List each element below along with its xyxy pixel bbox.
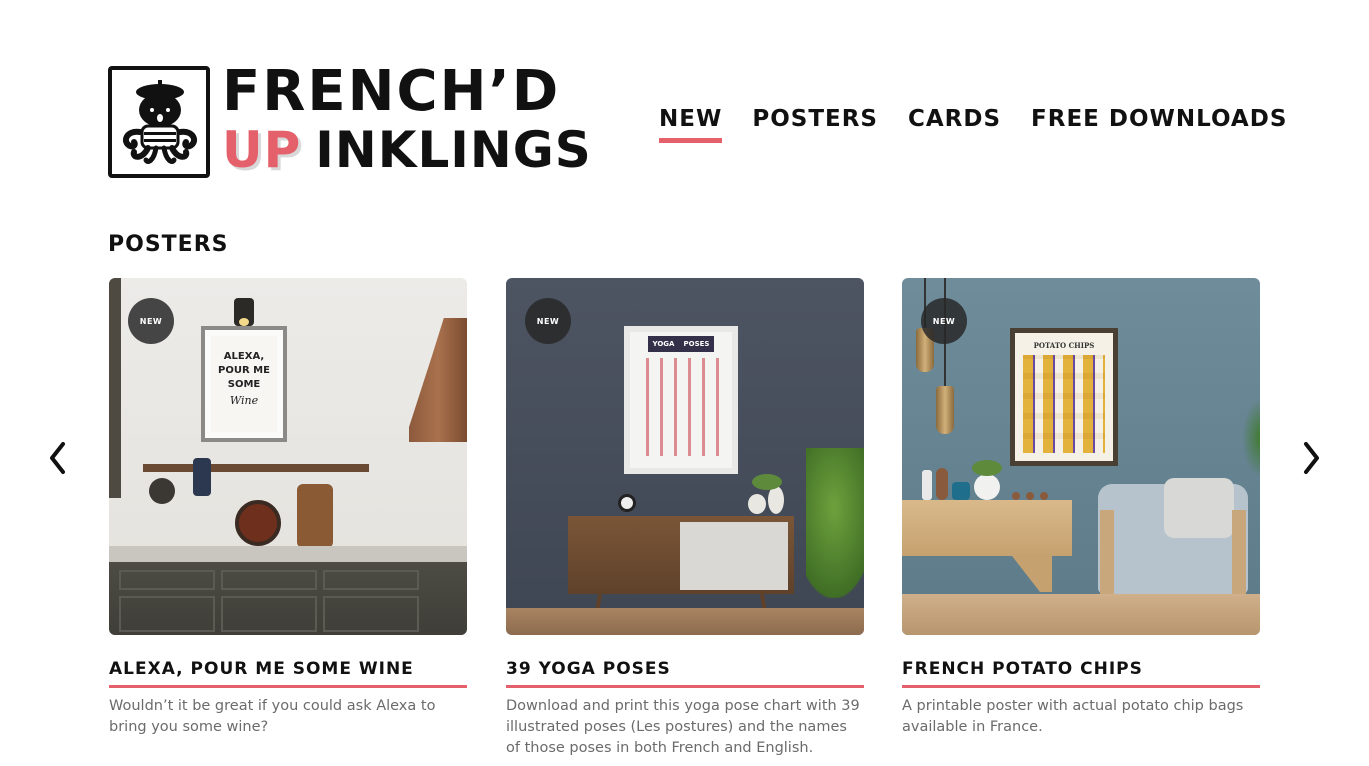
brand-name-line1: FRENCH’D bbox=[222, 59, 561, 124]
nav-item-cards[interactable]: CARDS bbox=[908, 106, 1001, 140]
product-card[interactable]: ALEXA, POUR ME SOME Wine NEW ALEXA, POUR… bbox=[109, 278, 467, 738]
poster-frame: ALEXA, POUR ME SOME Wine bbox=[201, 326, 287, 442]
poster-frame: YOGA POSES bbox=[624, 326, 738, 474]
poster-text: YOGA bbox=[652, 340, 675, 348]
poster-text: POSES bbox=[683, 340, 710, 348]
nav-item-new[interactable]: NEW bbox=[659, 106, 723, 143]
product-description: A printable poster with actual potato ch… bbox=[902, 698, 1244, 735]
new-badge: NEW bbox=[921, 298, 967, 344]
main-nav: NEW POSTERS CARDS FREE DOWNLOADS bbox=[659, 106, 1287, 143]
product-title[interactable]: FRENCH POTATO CHIPS bbox=[902, 659, 1260, 688]
nav-item-posters[interactable]: POSTERS bbox=[752, 106, 878, 140]
poster-text: Wine bbox=[229, 394, 259, 407]
product-title[interactable]: ALEXA, POUR ME SOME WINE bbox=[109, 659, 467, 688]
product-description: Wouldn’t it be great if you could ask Al… bbox=[109, 698, 436, 735]
new-badge: NEW bbox=[128, 298, 174, 344]
product-image-lounge[interactable]: POTATO CHIPS NEW bbox=[902, 278, 1260, 635]
carousel-prev-button[interactable] bbox=[46, 438, 70, 478]
brand-logo[interactable]: FRENCH’D UP INKLINGS bbox=[108, 62, 591, 178]
chevron-right-icon bbox=[1304, 442, 1319, 474]
octopus-mascot-icon bbox=[108, 66, 210, 178]
poster-text: POTATO CHIPS bbox=[1033, 341, 1095, 350]
poster-frame: POTATO CHIPS bbox=[1010, 328, 1118, 466]
product-title[interactable]: 39 YOGA POSES bbox=[506, 659, 864, 688]
poster-text: ALEXA, bbox=[223, 351, 265, 362]
chevron-left-icon bbox=[50, 442, 65, 474]
product-card[interactable]: POTATO CHIPS NEW FRENCH POTATO CHIPS A p… bbox=[902, 278, 1260, 738]
product-image-living-room[interactable]: YOGA POSES NEW bbox=[506, 278, 864, 635]
nav-item-free-downloads[interactable]: FREE DOWNLOADS bbox=[1031, 106, 1287, 140]
brand-rest-word: INKLINGS bbox=[315, 121, 592, 179]
new-badge: NEW bbox=[525, 298, 571, 344]
section-title: POSTERS bbox=[108, 232, 229, 257]
brand-accent-word: UP bbox=[222, 121, 302, 179]
product-card[interactable]: YOGA POSES NEW 39 YOGA POSES Download an… bbox=[506, 278, 864, 759]
poster-text: POUR ME bbox=[218, 365, 270, 376]
product-description: Download and print this yoga pose chart … bbox=[506, 698, 860, 756]
brand-name-line2: UP INKLINGS bbox=[222, 122, 592, 178]
product-image-kitchen[interactable]: ALEXA, POUR ME SOME Wine NEW bbox=[109, 278, 467, 635]
poster-text: SOME bbox=[227, 379, 261, 390]
carousel-next-button[interactable] bbox=[1299, 438, 1323, 478]
